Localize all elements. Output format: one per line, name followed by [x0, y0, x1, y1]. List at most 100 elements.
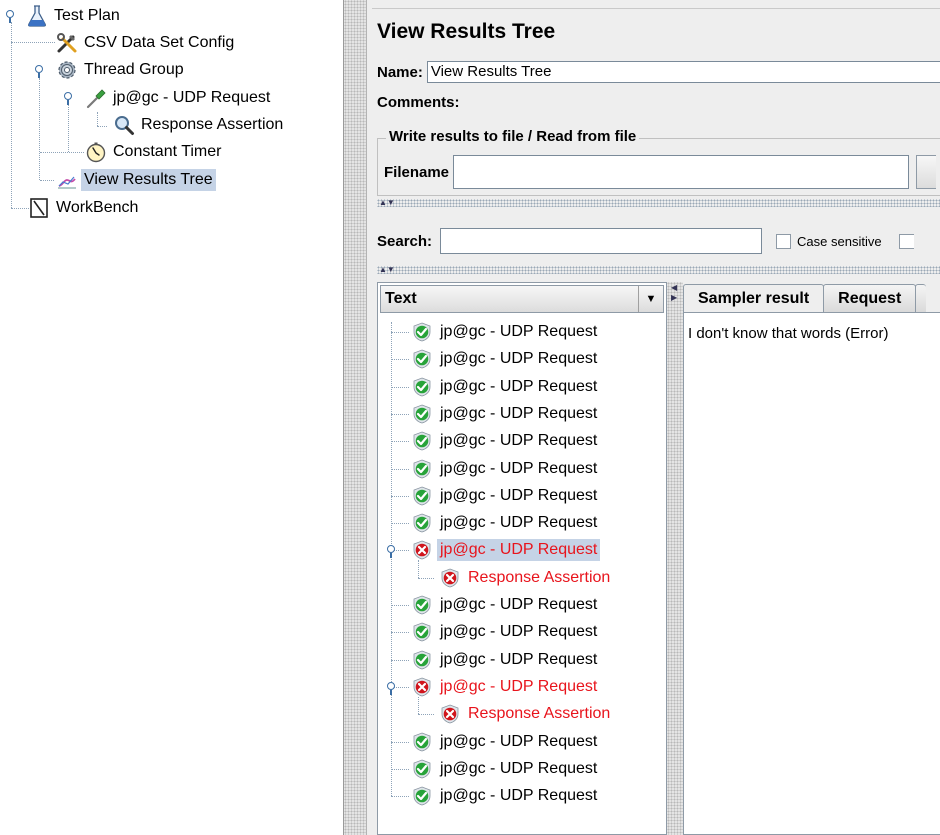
tree-guide-line: [97, 126, 107, 127]
result-item-label: jp@gc - UDP Request: [440, 432, 598, 450]
main-splitter[interactable]: [344, 0, 367, 835]
collapse-right-icon[interactable]: ▶: [671, 294, 677, 302]
tree-guide-line: [391, 741, 409, 743]
tree-node-csv-data-set-config[interactable]: CSV Data Set Config: [56, 31, 237, 55]
result-item[interactable]: jp@gc - UDP Request: [412, 511, 600, 535]
expand-toggle-icon[interactable]: [63, 92, 73, 105]
tab-overflow[interactable]: [915, 284, 927, 312]
name-label: Name:: [377, 63, 423, 81]
panel-border: [372, 8, 940, 9]
tree-guide-line: [391, 413, 409, 415]
tree-node-label: Thread Group: [84, 61, 184, 78]
stopwatch-icon: [85, 141, 107, 163]
filename-row: Filename: [384, 155, 937, 189]
tree-guide-line: [418, 714, 434, 716]
tree-guide-line: [391, 605, 409, 606]
success-shield-icon: [412, 759, 432, 779]
tab-request[interactable]: Request: [823, 284, 917, 312]
tree-guide-line: [418, 577, 434, 579]
divider-arrows-icon[interactable]: ▲▼: [379, 266, 395, 274]
result-item[interactable]: jp@gc - UDP Request: [412, 675, 600, 699]
result-item-label: jp@gc - UDP Request: [440, 596, 598, 613]
result-assertion-item[interactable]: Response Assertion: [440, 566, 613, 590]
result-item-label: jp@gc - UDP Request: [440, 514, 598, 532]
result-item-label: jp@gc - UDP Request: [437, 539, 601, 562]
filename-field[interactable]: [453, 155, 910, 189]
result-item-label: jp@gc - UDP Request: [440, 787, 598, 805]
search-input[interactable]: [440, 228, 763, 254]
tree-node-label: Test Plan: [54, 7, 120, 24]
tree-node-label: jp@gc - UDP Request: [113, 89, 271, 106]
result-item-label: jp@gc - UDP Request: [440, 404, 598, 422]
tree-node-constant-timer[interactable]: Constant Timer: [85, 140, 224, 164]
tree-node-test-plan[interactable]: Test Plan: [26, 4, 123, 28]
result-item[interactable]: jp@gc - UDP Request: [412, 538, 601, 562]
tree-guide-line: [391, 632, 409, 634]
test-plan-tree[interactable]: Test Plan CSV Data Set Config Thread Gro…: [0, 0, 344, 835]
error-shield-icon: [440, 568, 460, 588]
result-item[interactable]: jp@gc - UDP Request: [412, 429, 600, 453]
split-divider[interactable]: [377, 266, 940, 274]
comments-label: Comments:: [377, 94, 460, 111]
result-item[interactable]: jp@gc - UDP Request: [412, 484, 600, 508]
tree-node-label: View Results Tree: [81, 169, 216, 191]
expand-toggle-icon[interactable]: [386, 545, 396, 559]
response-text: I don't know that words (Error): [688, 325, 889, 342]
success-shield-icon: [412, 404, 432, 424]
results-list[interactable]: Text ▼ jp@gc - UDP Request jp@gc - UDP Re…: [377, 282, 667, 835]
tree-node-response-assertion[interactable]: Response Assertion: [113, 113, 286, 137]
result-item[interactable]: jp@gc - UDP Request: [412, 730, 600, 754]
result-item-label: jp@gc - UDP Request: [440, 650, 598, 668]
result-item[interactable]: jp@gc - UDP Request: [412, 648, 600, 672]
regex-checkbox[interactable]: [898, 233, 914, 249]
tree-guide-line: [391, 495, 409, 497]
success-shield-icon: [412, 459, 432, 479]
tree-node-udp-request[interactable]: jp@gc - UDP Request: [85, 86, 273, 110]
results-frame: Text ▼ jp@gc - UDP Request jp@gc - UDP Re…: [377, 282, 940, 835]
search-label: Search:: [377, 232, 433, 250]
divider-arrows-icon[interactable]: ▲▼: [379, 199, 395, 207]
split-divider[interactable]: [377, 199, 940, 207]
collapse-left-icon[interactable]: ◀: [671, 284, 677, 292]
sampler-result-content: I don't know that words (Error): [683, 312, 940, 835]
expand-toggle-icon[interactable]: [34, 65, 44, 78]
result-item[interactable]: jp@gc - UDP Request: [412, 757, 600, 781]
result-item[interactable]: jp@gc - UDP Request: [412, 457, 600, 481]
tab-sampler-result[interactable]: Sampler result: [683, 284, 825, 312]
renderer-select-value: Text: [385, 290, 417, 307]
tree-node-label: Constant Timer: [113, 143, 222, 160]
tree-node-view-results-tree[interactable]: View Results Tree: [56, 168, 216, 192]
tree-guide-line: [391, 359, 409, 361]
tree-guide-line: [391, 441, 409, 443]
tree-guide-line: [97, 112, 98, 126]
expand-toggle-icon[interactable]: [386, 681, 396, 695]
result-item[interactable]: jp@gc - UDP Request: [412, 320, 600, 344]
result-item-label: jp@gc - UDP Request: [440, 323, 598, 340]
comments-row: Comments:: [377, 94, 464, 111]
case-sensitive-checkbox[interactable]: [776, 233, 792, 249]
tree-guide-line: [40, 152, 84, 153]
result-item[interactable]: jp@gc - UDP Request: [412, 402, 600, 426]
tree-guide-line: [391, 768, 409, 770]
notebook-icon: [28, 197, 50, 219]
tree-node-label: Response Assertion: [141, 116, 284, 133]
result-assertion-item[interactable]: Response Assertion: [440, 702, 613, 726]
result-item[interactable]: jp@gc - UDP Request: [412, 347, 600, 371]
tree-guide-line: [40, 180, 54, 181]
results-splitter[interactable]: ◀ ▶: [667, 282, 683, 835]
name-field[interactable]: View Results Tree: [426, 61, 940, 83]
chevron-down-icon[interactable]: ▼: [638, 286, 663, 312]
result-item[interactable]: jp@gc - UDP Request: [412, 784, 600, 808]
tree-guide-line: [418, 560, 419, 578]
tree-node-workbench[interactable]: WorkBench: [28, 196, 141, 220]
flask-icon: [26, 5, 48, 27]
error-shield-icon: [440, 704, 460, 724]
expand-toggle-icon[interactable]: [5, 10, 15, 23]
file-group: Write results to file / Read from file F…: [377, 128, 940, 196]
result-item[interactable]: jp@gc - UDP Request: [412, 620, 600, 644]
browse-button[interactable]: [916, 155, 937, 189]
tree-node-thread-group[interactable]: Thread Group: [56, 58, 187, 82]
result-item[interactable]: jp@gc - UDP Request: [412, 375, 600, 399]
renderer-select[interactable]: Text ▼: [380, 285, 664, 313]
result-item[interactable]: jp@gc - UDP Request: [412, 593, 600, 617]
